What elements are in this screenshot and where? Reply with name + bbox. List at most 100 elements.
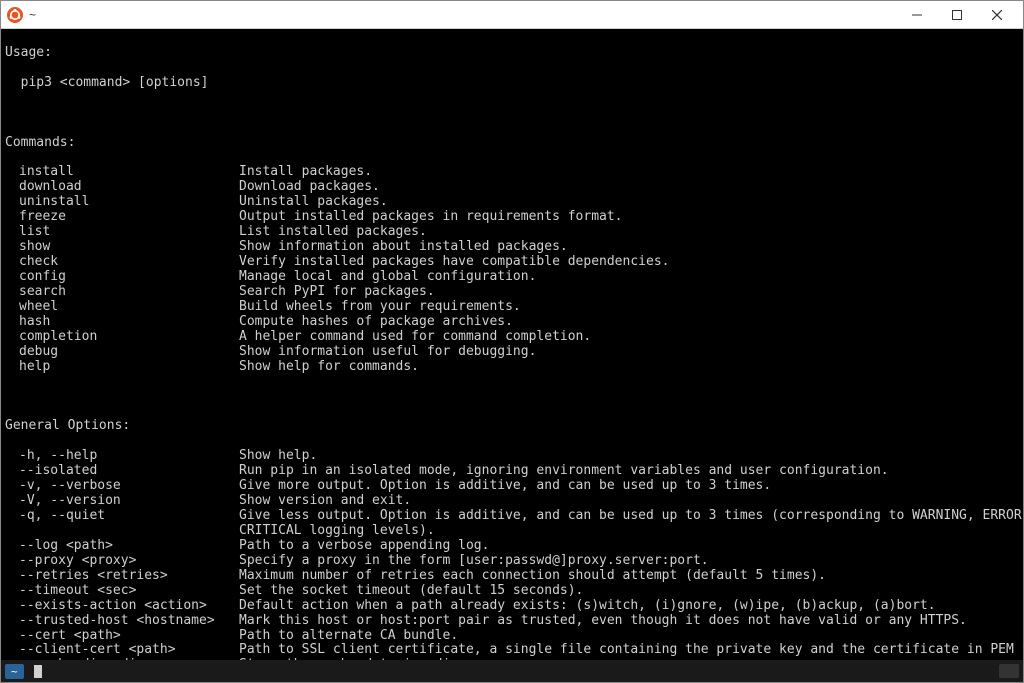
command-description: Download packages. (239, 179, 380, 194)
commands-header: Commands: (5, 136, 1019, 151)
option-flag: --cert <path> (19, 629, 239, 644)
titlebar[interactable]: ~ (1, 1, 1023, 29)
command-name: completion (19, 330, 239, 345)
command-row: showShow information about installed pac… (5, 240, 1019, 255)
option-description-cont: CRITICAL logging levels). (5, 524, 1019, 539)
command-name: show (19, 240, 239, 255)
status-right-block (999, 664, 1019, 678)
command-description: Output installed packages in requirement… (239, 209, 623, 224)
option-description: Mark this host or host:port pair as trus… (239, 613, 967, 628)
option-flag: --client-cert <path> (19, 643, 239, 658)
option-description: Show version and exit. (239, 493, 411, 508)
option-row: -V, --versionShow version and exit. (5, 494, 1019, 509)
command-description: Install packages. (239, 164, 372, 179)
command-description: Show information useful for debugging. (239, 344, 536, 359)
command-name: uninstall (19, 195, 239, 210)
command-name: list (19, 225, 239, 240)
option-row: --trusted-host <hostname>Mark this host … (5, 614, 1019, 629)
command-name: freeze (19, 210, 239, 225)
command-row: debugShow information useful for debuggi… (5, 345, 1019, 360)
command-description: Show information about installed package… (239, 239, 568, 254)
window-title: ~ (29, 8, 36, 22)
command-description: List installed packages. (239, 224, 427, 239)
option-flag: -h, --help (19, 449, 239, 464)
option-row: --cache-dir <dir>Store the cache data in… (5, 658, 1019, 660)
command-row: downloadDownload packages. (5, 180, 1019, 195)
option-description: Maximum number of retries each connectio… (239, 568, 826, 583)
option-flag: --retries <retries> (19, 569, 239, 584)
ubuntu-icon (7, 7, 23, 23)
option-flag: --exists-action <action> (19, 599, 239, 614)
option-description: Specify a proxy in the form [user:passwd… (239, 553, 709, 568)
minimize-icon (912, 10, 922, 20)
option-row: --proxy <proxy>Specify a proxy in the fo… (5, 554, 1019, 569)
option-row: --timeout <sec>Set the socket timeout (d… (5, 584, 1019, 599)
command-row: checkVerify installed packages have comp… (5, 255, 1019, 270)
option-description: Store the cache data in <dir>. (239, 657, 474, 660)
command-name: wheel (19, 300, 239, 315)
command-name: install (19, 165, 239, 180)
option-description: Run pip in an isolated mode, ignoring en… (239, 463, 889, 478)
usage-header: Usage: (5, 46, 1019, 61)
command-description: Manage local and global configuration. (239, 269, 536, 284)
option-row: -h, --helpShow help. (5, 449, 1019, 464)
command-row: listList installed packages. (5, 225, 1019, 240)
options-header: General Options: (5, 419, 1019, 434)
command-row: hashCompute hashes of package archives. (5, 315, 1019, 330)
command-description: A helper command used for command comple… (239, 329, 591, 344)
command-name: help (19, 360, 239, 375)
status-bar: ~ (1, 660, 1023, 682)
command-row: searchSearch PyPI for packages. (5, 285, 1019, 300)
option-row: --exists-action <action>Default action w… (5, 599, 1019, 614)
command-name: hash (19, 315, 239, 330)
command-description: Search PyPI for packages. (239, 284, 435, 299)
command-row: uninstallUninstall packages. (5, 195, 1019, 210)
command-name: debug (19, 345, 239, 360)
maximize-icon (952, 10, 962, 20)
maximize-button[interactable] (937, 2, 977, 28)
minimize-button[interactable] (897, 2, 937, 28)
option-description: Path to alternate CA bundle. (239, 628, 458, 643)
command-name: check (19, 255, 239, 270)
usage-line: pip3 <command> [options] (5, 76, 1019, 91)
command-name: config (19, 270, 239, 285)
close-button[interactable] (977, 2, 1017, 28)
option-description: Path to SSL client certificate, a single… (239, 642, 1023, 657)
option-row: --retries <retries>Maximum number of ret… (5, 569, 1019, 584)
option-row: -v, --verboseGive more output. Option is… (5, 479, 1019, 494)
terminal-content[interactable]: Usage: pip3 <command> [options] Commands… (1, 29, 1023, 660)
cursor-indicator (34, 665, 42, 678)
option-row: --cert <path>Path to alternate CA bundle… (5, 629, 1019, 644)
option-description: Path to a verbose appending log. (239, 538, 489, 553)
option-flag: -q, --quiet (19, 509, 239, 524)
option-flag: -v, --verbose (19, 479, 239, 494)
option-description: Show help. (239, 448, 317, 463)
command-row: helpShow help for commands. (5, 360, 1019, 375)
command-name: search (19, 285, 239, 300)
terminal-window: ~ Usage: pip3 <command> [options] Comman… (0, 0, 1024, 683)
command-description: Uninstall packages. (239, 194, 388, 209)
command-description: Show help for commands. (239, 359, 419, 374)
option-description: Give more output. Option is additive, an… (239, 478, 771, 493)
command-name: download (19, 180, 239, 195)
option-description: Give less output. Option is additive, an… (239, 508, 1023, 523)
close-icon (992, 10, 1002, 20)
option-row: --isolatedRun pip in an isolated mode, i… (5, 464, 1019, 479)
option-flag: --timeout <sec> (19, 584, 239, 599)
command-row: installInstall packages. (5, 165, 1019, 180)
option-description: Default action when a path already exist… (239, 598, 936, 613)
command-row: wheelBuild wheels from your requirements… (5, 300, 1019, 315)
command-row: freezeOutput installed packages in requi… (5, 210, 1019, 225)
option-row: --client-cert <path>Path to SSL client c… (5, 643, 1019, 658)
option-flag: --proxy <proxy> (19, 554, 239, 569)
option-description: Set the socket timeout (default 15 secon… (239, 583, 583, 598)
option-row: -q, --quietGive less output. Option is a… (5, 509, 1019, 524)
command-row: completionA helper command used for comm… (5, 330, 1019, 345)
option-flag: --isolated (19, 464, 239, 479)
command-description: Build wheels from your requirements. (239, 299, 521, 314)
option-flag: --trusted-host <hostname> (19, 614, 239, 629)
option-flag: --cache-dir <dir> (19, 658, 239, 660)
status-path: ~ (5, 664, 24, 679)
option-row: --log <path>Path to a verbose appending … (5, 539, 1019, 554)
option-flag: -V, --version (19, 494, 239, 509)
